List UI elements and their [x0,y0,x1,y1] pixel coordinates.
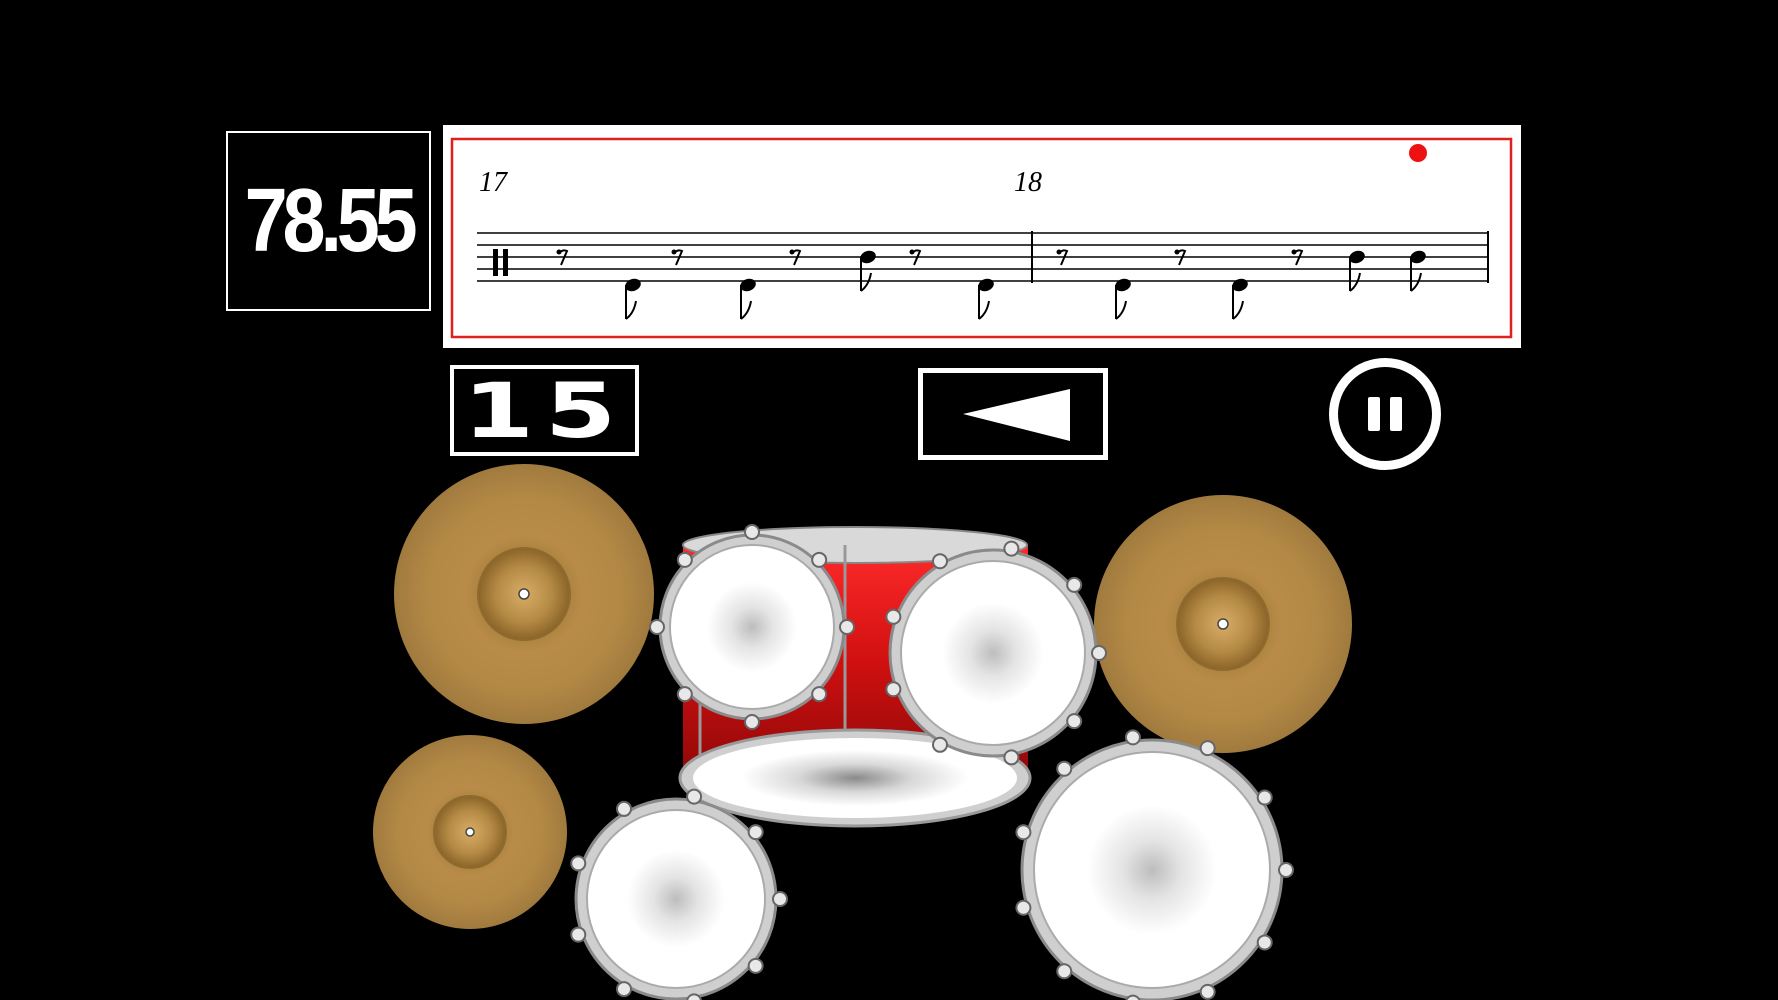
drum-lug [1003,540,1020,557]
drum-lug [839,619,855,635]
drum-lug [747,957,764,974]
drum-lug [1256,789,1273,806]
drum-lug [1015,899,1032,916]
drum-lug [885,608,902,625]
drum-lug [744,714,760,730]
drum-lug [1199,983,1216,1000]
drum-lug [570,926,587,943]
drum-lug [1056,963,1073,980]
drum-lug [1056,760,1073,777]
drum-lug [649,619,665,635]
tom-mid[interactable] [888,548,1098,758]
drum-lug [1256,934,1273,951]
drum-lug [1124,729,1141,746]
drum-lug [885,681,902,698]
drum-lug [686,993,702,1000]
drum-lug [932,553,948,570]
drum-lug [811,551,828,568]
drum-lug [1278,862,1294,878]
drum-lug [616,981,632,998]
drum-lug [932,736,948,753]
ride-cymbal-right[interactable] [1094,495,1352,753]
floor-tom-small[interactable] [574,797,778,1000]
drum-lug [686,788,703,805]
drum-kit [373,464,1352,1000]
drum-lug [772,891,788,907]
drum-lug [744,524,760,540]
crash-cymbal-left[interactable] [394,464,654,724]
drum-lug [1066,576,1083,593]
drum-lug [1003,749,1020,766]
drum-lug [676,551,693,568]
hi-hat-cymbal[interactable] [373,735,567,929]
drum-lug [811,686,828,703]
drum-lug [676,686,693,703]
drum-lug [1091,645,1107,661]
drum-lug [747,824,764,841]
drum-lug [570,855,587,872]
drum-lug [1015,824,1032,841]
drum-lug [1066,713,1083,730]
floor-tom-large[interactable] [1020,738,1284,1000]
drum-lug [616,800,632,817]
drum-lug [1199,740,1216,757]
